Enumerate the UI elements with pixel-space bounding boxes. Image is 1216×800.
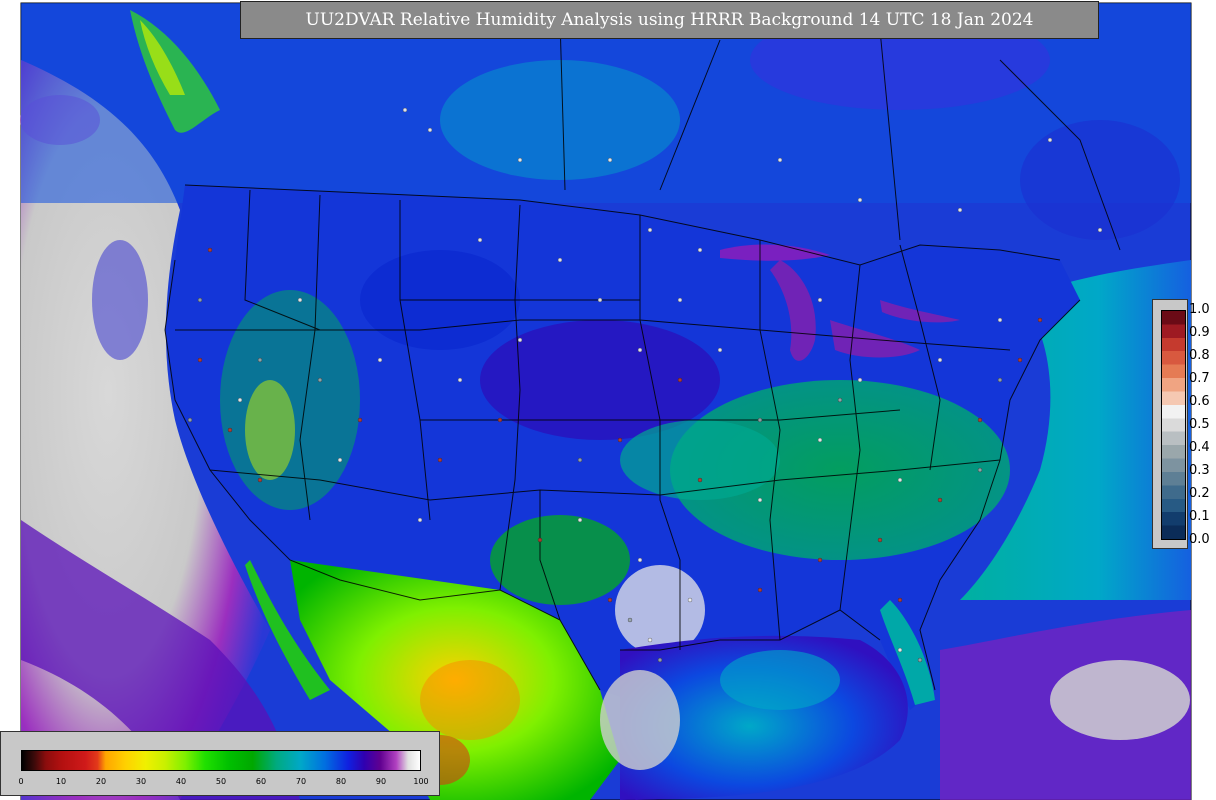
residual-tick-label: 0.8 [1189, 348, 1210, 363]
residual-tick-label: 0.3 [1189, 463, 1210, 478]
rh-tick-label: 10 [55, 777, 67, 786]
rh-tick-label: 80 [335, 777, 347, 786]
residual-tick-label: 0.0 [1189, 532, 1210, 547]
residual-tick-label: 0.7 [1189, 371, 1210, 386]
humidity-map [20, 2, 1192, 800]
pacific-blue-swirl [92, 240, 148, 360]
rh-tick-label: 100 [413, 777, 429, 786]
map-title: UU2DVAR Relative Humidity Analysis using… [240, 1, 1099, 39]
residual-colorbar-gradient [1161, 310, 1186, 540]
rh-tick-label: 70 [295, 777, 307, 786]
rh-tick-label: 90 [375, 777, 387, 786]
rh-tick-label: 30 [135, 777, 147, 786]
rh-tick-label: 40 [175, 777, 187, 786]
rh-tick-label: 0 [18, 777, 24, 786]
rh-tick-label: 20 [95, 777, 107, 786]
rh-tick-label: 60 [255, 777, 267, 786]
rh-colorbar: 0 10 20 30 40 50 60 70 80 90 100 [0, 731, 440, 796]
residual-tick-label: 1.0 [1189, 302, 1210, 317]
residual-tick-label: 0.1 [1189, 509, 1210, 524]
residual-colorbar: 1.0 0.9 0.8 0.7 0.6 0.5 0.4 0.3 0.2 0.1 0.0 [1152, 299, 1210, 549]
residual-tick-label: 0.2 [1189, 486, 1210, 501]
residual-tick-label: 0.9 [1189, 325, 1210, 340]
residual-tick-label: 0.5 [1189, 417, 1210, 432]
residual-tick-label: 0.6 [1189, 394, 1210, 409]
residual-tick-label: 0.4 [1189, 440, 1210, 455]
rh-tick-label: 50 [215, 777, 227, 786]
rh-colorbar-gradient [21, 750, 421, 771]
